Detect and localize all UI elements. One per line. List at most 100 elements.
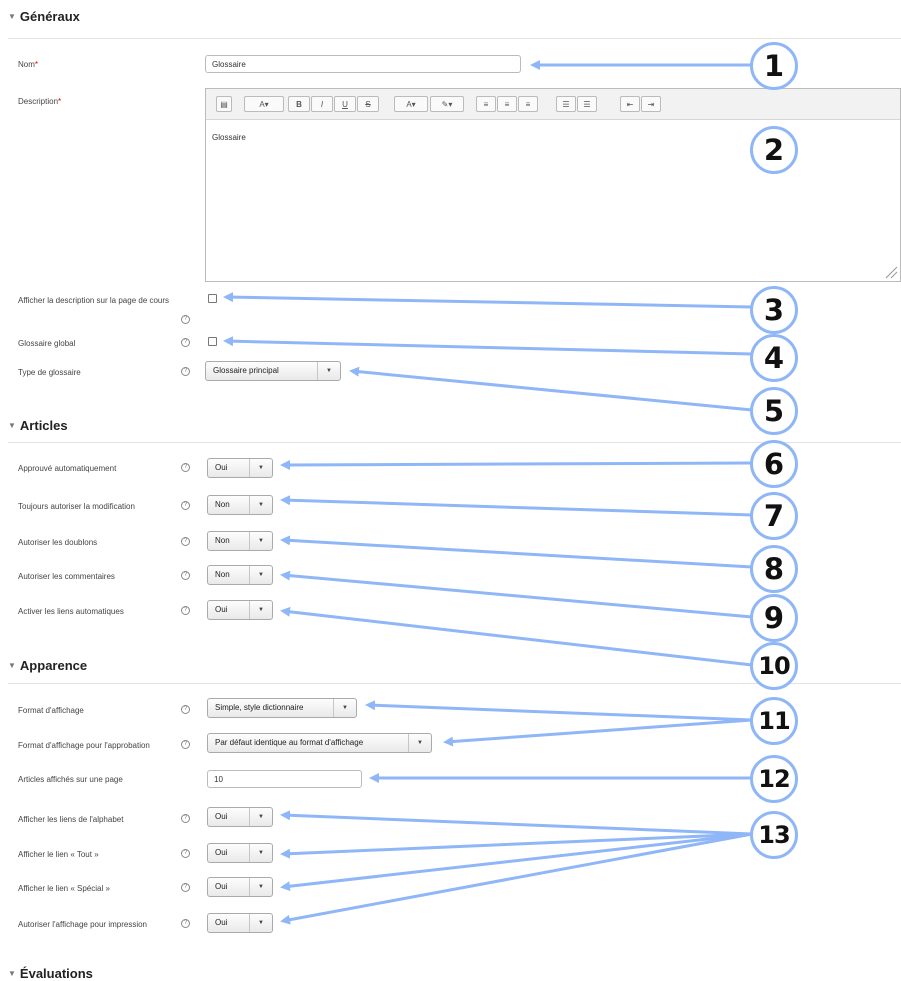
help-icon[interactable]: ?	[181, 883, 190, 892]
editor-toolbar: ▤ A▾ B I U S A▾ ✎▾ ≡ ≡ ≡ ☰ ☰ ⇤ ⇥	[206, 89, 900, 120]
outdent-icon[interactable]: ⇤	[620, 96, 640, 112]
section-articles[interactable]: ▼ Articles	[8, 418, 68, 433]
help-icon[interactable]: ?	[181, 814, 190, 823]
description-editor[interactable]: ▤ A▾ B I U S A▾ ✎▾ ≡ ≡ ≡ ☰ ☰ ⇤ ⇥ Glossai…	[205, 88, 901, 282]
autolink-select[interactable]: Oui ▼	[207, 600, 273, 620]
auto-approve-label: Approuvé automatiquement	[18, 464, 117, 473]
help-icon[interactable]: ?	[181, 740, 190, 749]
help-icon[interactable]: ?	[181, 537, 190, 546]
annotation-badge-2: 2	[750, 126, 798, 174]
annotation-badge-5: 5	[750, 387, 798, 435]
chevron-down-icon: ▼	[317, 362, 340, 380]
help-icon[interactable]: ?	[181, 606, 190, 615]
all-link-select[interactable]: Oui ▼	[207, 843, 273, 863]
global-glossary-label: Glossaire global	[18, 339, 76, 348]
global-glossary-checkbox[interactable]	[208, 337, 217, 346]
text-color-icon[interactable]: A▾	[394, 96, 428, 112]
nom-input[interactable]: Glossaire	[205, 55, 521, 73]
description-text[interactable]: Glossaire	[212, 133, 246, 142]
arrow-8	[280, 535, 753, 569]
section-articles-title: Articles	[19, 418, 68, 433]
chevron-down-icon: ▼	[249, 459, 272, 477]
required-marker: *	[34, 60, 39, 69]
annotation-badge-10: 10	[750, 642, 798, 690]
arrow-13a	[280, 810, 753, 836]
resize-handle-icon[interactable]	[884, 265, 898, 279]
section-generaux[interactable]: ▼ Généraux	[8, 9, 80, 24]
print-view-label: Autoriser l'affichage pour impression	[18, 920, 147, 929]
section-apparence-title: Apparence	[19, 658, 88, 673]
approval-format-value: Par défaut identique au format d'afficha…	[215, 738, 364, 747]
annotation-badge-8: 8	[750, 545, 798, 593]
align-right-icon[interactable]: ≡	[518, 96, 538, 112]
all-link-label: Afficher le lien « Tout »	[18, 850, 99, 859]
autolink-value: Oui	[215, 605, 228, 614]
chevron-down-icon: ▼	[249, 878, 272, 896]
help-icon[interactable]: ?	[181, 367, 190, 376]
arrow-3	[223, 292, 753, 309]
display-format-label: Format d'affichage	[18, 706, 84, 715]
entries-per-page-input[interactable]: 10	[207, 770, 362, 788]
strikethrough-icon[interactable]: S	[357, 96, 379, 112]
glossary-type-select[interactable]: Glossaire principal ▼	[205, 361, 341, 381]
autolink-label: Activer les liens automatiques	[18, 607, 124, 616]
help-icon[interactable]: ?	[181, 463, 190, 472]
print-view-value: Oui	[215, 918, 228, 927]
comments-value: Non	[215, 570, 230, 579]
help-icon[interactable]: ?	[181, 501, 190, 510]
alphabet-links-value: Oui	[215, 812, 228, 821]
section-apparence[interactable]: ▼ Apparence	[8, 658, 87, 673]
arrow-13b	[280, 832, 753, 859]
underline-icon[interactable]: U	[334, 96, 356, 112]
bold-icon[interactable]: B	[288, 96, 310, 112]
show-description-checkbox[interactable]	[208, 294, 217, 303]
arrow-13c	[280, 832, 753, 892]
approval-format-select[interactable]: Par défaut identique au format d'afficha…	[207, 733, 432, 753]
align-center-icon[interactable]: ≡	[497, 96, 517, 112]
help-icon[interactable]: ?	[181, 315, 190, 324]
italic-icon[interactable]: I	[311, 96, 333, 112]
allow-edit-label: Toujours autoriser la modification	[18, 502, 135, 511]
print-view-select[interactable]: Oui ▼	[207, 913, 273, 933]
ordered-list-icon[interactable]: ☰	[577, 96, 597, 112]
arrow-11a	[365, 700, 753, 722]
annotation-badge-7: 7	[750, 492, 798, 540]
duplicates-select[interactable]: Non ▼	[207, 531, 273, 551]
help-icon[interactable]: ?	[181, 849, 190, 858]
help-icon[interactable]: ?	[181, 571, 190, 580]
collapse-caret-icon: ▼	[8, 661, 16, 670]
chevron-down-icon: ▼	[249, 844, 272, 862]
indent-icon[interactable]: ⇥	[641, 96, 661, 112]
auto-approve-select[interactable]: Oui ▼	[207, 458, 273, 478]
help-icon[interactable]: ?	[181, 338, 190, 347]
entries-per-page-label: Articles affichés sur une page	[18, 775, 123, 784]
unordered-list-icon[interactable]: ☰	[556, 96, 576, 112]
collapse-caret-icon: ▼	[8, 12, 16, 21]
all-link-value: Oui	[215, 848, 228, 857]
align-left-icon[interactable]: ≡	[476, 96, 496, 112]
chevron-down-icon: ▼	[249, 914, 272, 932]
arrow-6	[280, 459, 753, 470]
display-format-select[interactable]: Simple, style dictionnaire ▼	[207, 698, 357, 718]
arrow-5	[349, 366, 753, 412]
help-icon[interactable]: ?	[181, 705, 190, 714]
description-label: Description*	[18, 97, 62, 106]
annotation-badge-1: 1	[750, 42, 798, 90]
duplicates-label: Autoriser les doublons	[18, 538, 98, 547]
help-icon[interactable]: ?	[181, 919, 190, 928]
show-description-label: Afficher la description sur la page de c…	[18, 296, 170, 305]
allow-edit-select[interactable]: Non ▼	[207, 495, 273, 515]
arrow-10	[280, 606, 753, 667]
arrow-9	[280, 570, 753, 619]
special-link-value: Oui	[215, 882, 228, 891]
annotation-badge-6: 6	[750, 440, 798, 488]
comments-select[interactable]: Non ▼	[207, 565, 273, 585]
chevron-down-icon: ▼	[333, 699, 356, 717]
highlight-color-icon[interactable]: ✎▾	[430, 96, 464, 112]
collapse-caret-icon: ▼	[8, 421, 16, 430]
special-link-select[interactable]: Oui ▼	[207, 877, 273, 897]
auto-approve-value: Oui	[215, 463, 228, 472]
alphabet-links-select[interactable]: Oui ▼	[207, 807, 273, 827]
toolbar-toggle-icon[interactable]: ▤	[216, 96, 232, 112]
font-size-icon[interactable]: A▾	[244, 96, 284, 112]
